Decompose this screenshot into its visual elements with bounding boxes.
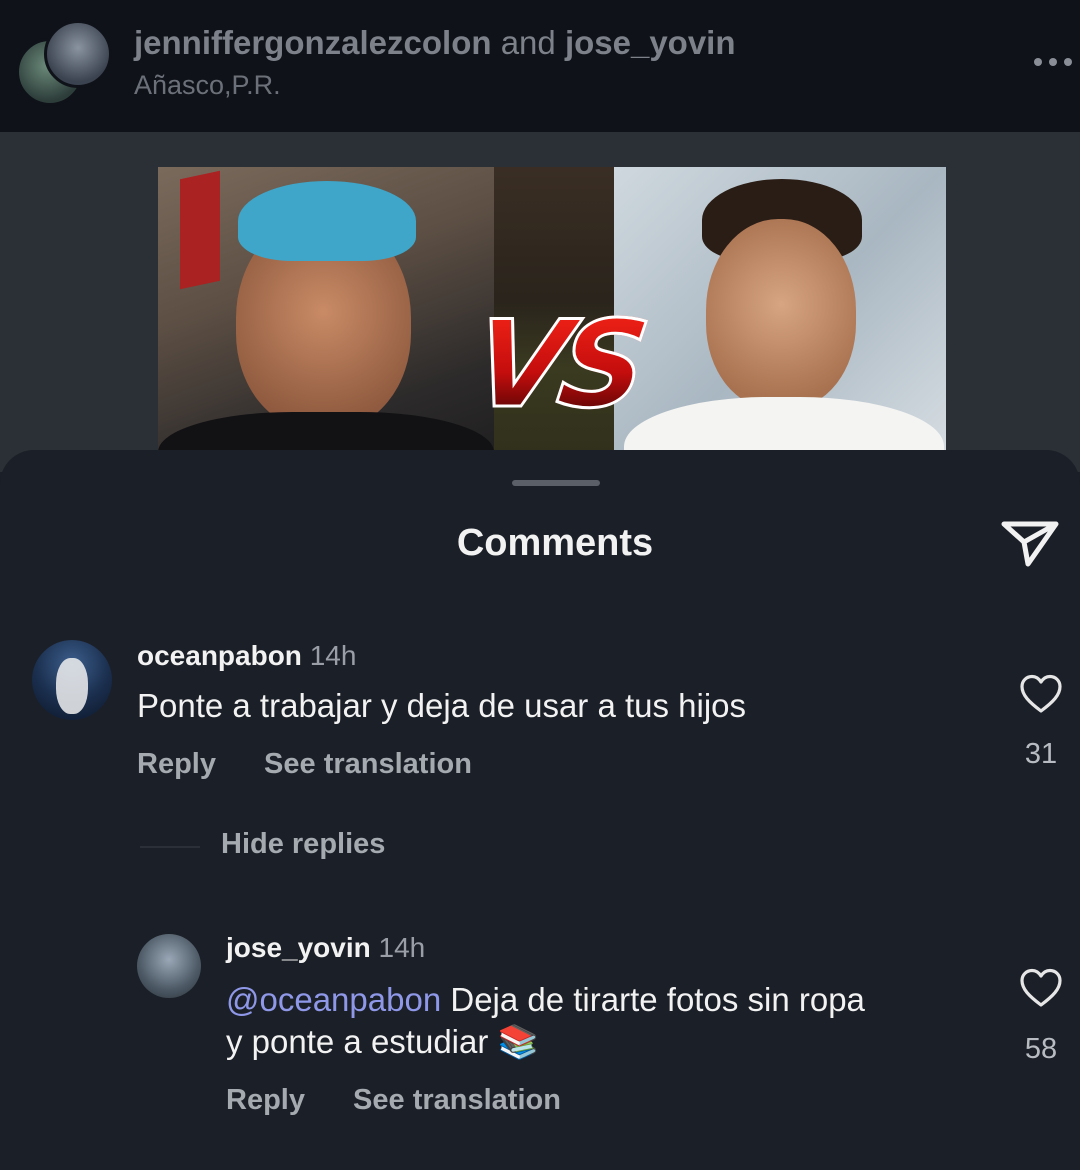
comment-actions: Reply See translation: [226, 1084, 561, 1117]
see-translation-button[interactable]: See translation: [264, 748, 472, 781]
comment-time: 14h: [309, 640, 357, 671]
comment-text-line-2: y ponte a estudiar 📚: [226, 1023, 539, 1060]
like-count: 31: [1024, 738, 1058, 770]
send-icon[interactable]: [1000, 516, 1060, 570]
comments-sheet: Comments oceanpabon 14h Ponte a trabajar…: [0, 450, 1080, 1170]
collab-avatars[interactable]: [16, 20, 112, 106]
post-authors: jenniffergonzalezcolon and jose_yovin: [134, 24, 736, 62]
comment-username[interactable]: jose_yovin: [226, 932, 371, 963]
comment-text: Ponte a trabajar y deja de usar a tus hi…: [137, 687, 747, 724]
vs-graphic: VS: [451, 290, 662, 440]
comment-text-line-1: Deja de tirarte fotos sin ropa: [441, 981, 865, 1018]
divider: [140, 846, 200, 848]
heart-icon[interactable]: [1019, 968, 1063, 1008]
author-username-1[interactable]: jenniffergonzalezcolon: [134, 24, 492, 61]
comment-meta: jose_yovin 14h: [226, 932, 425, 964]
hide-replies-button[interactable]: Hide replies: [221, 828, 385, 861]
drag-handle[interactable]: [512, 480, 600, 486]
comment-text: @oceanpabon Deja de tirarte fotos sin ro…: [226, 979, 986, 1063]
post-location[interactable]: Añasco,P.R.: [134, 70, 281, 101]
avatar: [44, 20, 112, 88]
post-header: jenniffergonzalezcolon and jose_yovin Añ…: [0, 0, 1080, 132]
mention-link[interactable]: @oceanpabon: [226, 981, 441, 1018]
comment-meta: oceanpabon 14h: [137, 640, 356, 672]
heart-icon[interactable]: [1019, 674, 1063, 714]
avatar[interactable]: [137, 934, 201, 998]
like-count: 58: [1024, 1033, 1058, 1065]
comments-title: Comments: [456, 522, 654, 564]
authors-connector: and: [500, 24, 556, 61]
author-username-2[interactable]: jose_yovin: [565, 24, 736, 61]
comment-actions: Reply See translation: [137, 748, 472, 781]
reply-button[interactable]: Reply: [137, 748, 216, 781]
more-options-icon[interactable]: [1034, 52, 1078, 72]
see-translation-button[interactable]: See translation: [353, 1084, 561, 1117]
comment-time: 14h: [378, 932, 426, 963]
reply-button[interactable]: Reply: [226, 1084, 305, 1117]
comment-username[interactable]: oceanpabon: [137, 640, 302, 671]
avatar[interactable]: [32, 640, 112, 720]
